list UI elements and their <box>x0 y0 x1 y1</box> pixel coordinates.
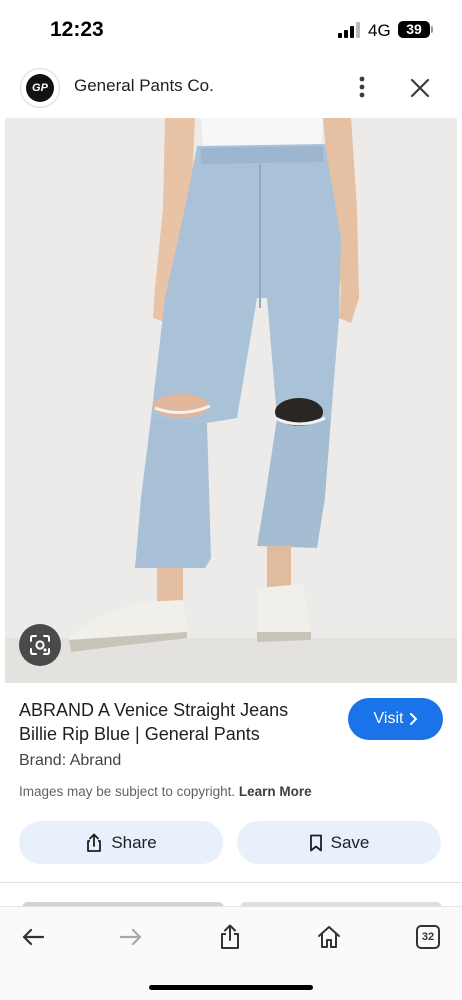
battery-tip <box>431 26 433 33</box>
copyright-text: Images may be subject to copyright. <box>19 784 236 799</box>
divider <box>0 882 462 883</box>
visit-button[interactable]: Visit <box>348 698 443 740</box>
forward-arrow-icon <box>120 928 142 946</box>
lens-button[interactable] <box>19 624 61 666</box>
site-name[interactable]: General Pants Co. <box>74 76 214 96</box>
close-icon <box>410 78 430 98</box>
product-image[interactable] <box>5 118 457 683</box>
browser-toolbar: 32 <box>0 906 462 1000</box>
brand-text: Brand: Abrand <box>19 752 122 769</box>
home-button[interactable] <box>311 919 347 955</box>
home-icon <box>318 926 340 948</box>
learn-more-link[interactable]: Learn More <box>239 784 312 799</box>
battery-level: 39 <box>406 21 422 37</box>
back-button[interactable] <box>15 919 51 955</box>
save-button[interactable]: Save <box>237 821 441 864</box>
more-vert-icon <box>359 76 365 98</box>
home-indicator <box>149 985 313 990</box>
tabs-count: 32 <box>416 925 440 949</box>
bookmark-icon <box>309 834 322 851</box>
forward-button[interactable] <box>113 919 149 955</box>
tabs-button[interactable]: 32 <box>410 919 446 955</box>
source-header: GP General Pants Co. <box>0 62 462 116</box>
share-icon <box>87 833 102 852</box>
more-options-button[interactable] <box>348 72 376 102</box>
save-label: Save <box>330 832 370 852</box>
product-title[interactable]: ABRAND A Venice Straight Jeans Billie Ri… <box>19 698 329 746</box>
share-label: Share <box>111 832 157 852</box>
visit-label: Visit <box>373 710 404 727</box>
status-bar: 12:23 4G 39 <box>0 0 462 62</box>
network-type: 4G <box>368 21 391 40</box>
site-logo[interactable]: GP <box>20 68 60 108</box>
status-time: 12:23 <box>50 18 104 41</box>
jeans-photo <box>5 118 457 683</box>
share-button[interactable]: Share <box>19 821 223 864</box>
lens-icon <box>30 635 50 655</box>
back-arrow-icon <box>22 928 44 946</box>
share-icon <box>221 924 239 949</box>
share-page-button[interactable] <box>212 919 248 955</box>
signal-icon <box>338 22 360 38</box>
chevron-right-icon <box>410 713 418 725</box>
battery-icon: 39 <box>398 21 430 38</box>
close-button[interactable] <box>404 72 436 104</box>
copyright-notice: Images may be subject to copyright. Lear… <box>19 784 312 799</box>
site-logo-mark: GP <box>26 74 54 102</box>
